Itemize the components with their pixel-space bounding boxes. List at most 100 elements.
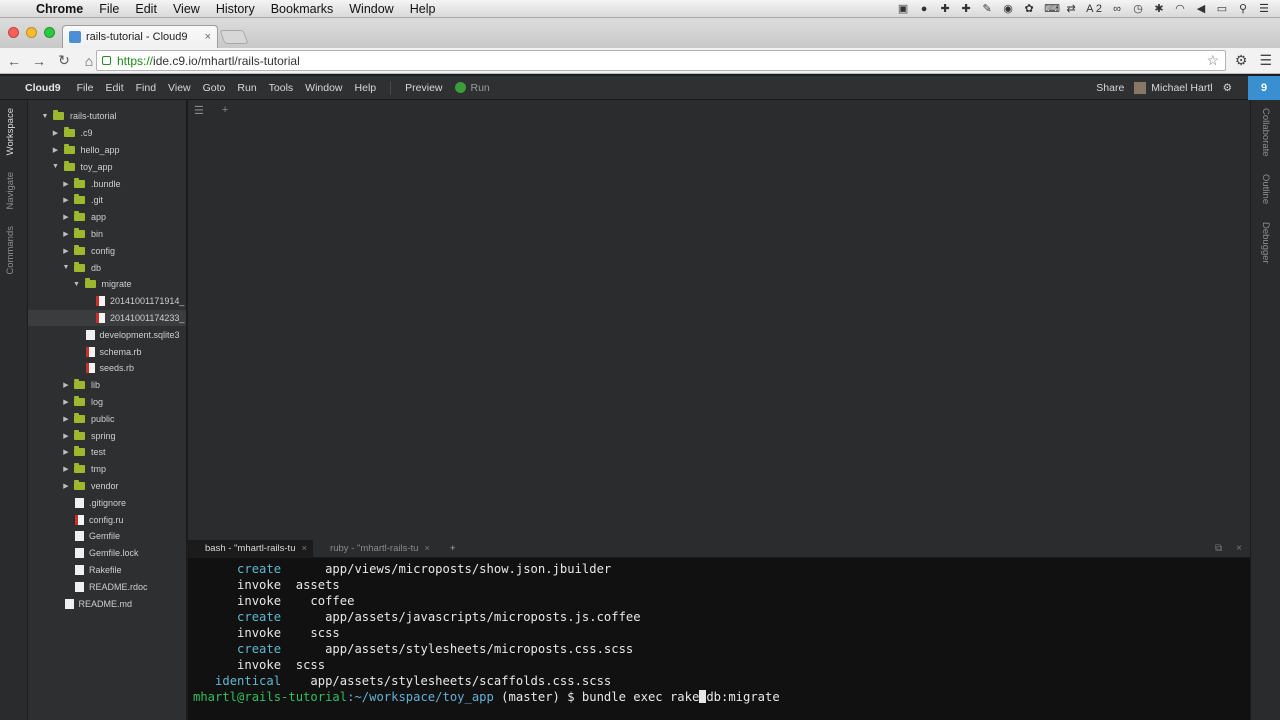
menubar-item-view[interactable]: View	[165, 2, 208, 16]
preferences-gear-icon[interactable]: ⚙	[1213, 82, 1242, 94]
bell-icon[interactable]: ●	[918, 3, 930, 15]
tree-item[interactable]: ▶ public	[28, 410, 186, 427]
bookmark-star-icon[interactable]: ☆	[1206, 52, 1225, 69]
close-terminal-tab-icon[interactable]: ×	[424, 543, 430, 554]
c9-menu-file[interactable]: File	[71, 82, 100, 94]
new-tab-button[interactable]	[219, 30, 249, 44]
menubar-item-history[interactable]: History	[208, 2, 263, 16]
c9-menu-find[interactable]: Find	[130, 82, 162, 94]
tree-item[interactable]: ▶ tmp	[28, 461, 186, 478]
chevron-right-icon[interactable]: ▶	[61, 482, 71, 490]
tab-commands[interactable]: Commands	[5, 226, 16, 275]
tree-item[interactable]: Gemfile.lock	[28, 545, 186, 562]
tree-item[interactable]: ▶ log	[28, 394, 186, 411]
menubar-item-bookmarks[interactable]: Bookmarks	[263, 2, 342, 16]
time-machine-icon[interactable]: ◷	[1132, 3, 1144, 15]
tree-item[interactable]: ▼ rails-tutorial	[28, 108, 186, 125]
tree-item[interactable]: ▶ test	[28, 444, 186, 461]
shuffle-icon[interactable]: ⇄	[1065, 3, 1077, 15]
tree-item[interactable]: ▶ .bundle	[28, 175, 186, 192]
wifi-icon[interactable]: ◠	[1174, 3, 1186, 15]
tab-navigate[interactable]: Navigate	[5, 172, 16, 210]
camera-icon[interactable]: ▣	[897, 3, 909, 15]
tree-item[interactable]: 20141001171914_	[28, 293, 186, 310]
chevron-right-icon[interactable]: ▶	[61, 213, 71, 221]
share-button[interactable]: Share	[1086, 82, 1134, 94]
c9-menu-goto[interactable]: Goto	[197, 82, 232, 94]
tab-outline[interactable]: Outline	[1260, 174, 1271, 204]
terminal-tab-bash[interactable]: bash - "mhartl-rails-tu ×	[188, 539, 314, 558]
eye-icon[interactable]: ◉	[1002, 3, 1014, 15]
paw-icon[interactable]: ✿	[1023, 3, 1035, 15]
tree-item[interactable]: ▶ app	[28, 209, 186, 226]
chevron-right-icon[interactable]: ▶	[61, 230, 71, 238]
minimize-window-button[interactable]	[26, 27, 37, 38]
menubar-item-window[interactable]: Window	[341, 2, 401, 16]
terminal-tab-ruby[interactable]: ruby - "mhartl-rails-tu ×	[313, 540, 436, 558]
tree-item[interactable]: README.md	[28, 595, 186, 612]
cloud9-brand[interactable]: Cloud9	[0, 82, 71, 94]
tools-icon[interactable]: ✎	[981, 3, 993, 15]
chevron-right-icon[interactable]: ▶	[61, 465, 71, 473]
tree-item[interactable]: ▼ db	[28, 259, 186, 276]
user-name[interactable]: Michael Hartl	[1151, 82, 1212, 94]
menubar-item-help[interactable]: Help	[402, 2, 444, 16]
close-window-button[interactable]	[8, 27, 19, 38]
menubar-item-edit[interactable]: Edit	[127, 2, 165, 16]
c9-menu-help[interactable]: Help	[349, 82, 383, 94]
address-bar[interactable]: https://ide.c9.io/mhartl/rails-tutorial …	[96, 50, 1226, 71]
c9-menu-window[interactable]: Window	[299, 82, 348, 94]
tree-item[interactable]: config.ru	[28, 511, 186, 528]
tree-item[interactable]: 20141001174233_	[28, 309, 186, 327]
sync-icon[interactable]: ✚	[939, 3, 951, 15]
chevron-down-icon[interactable]: ▼	[72, 281, 82, 288]
tree-item[interactable]: ▶ spring	[28, 427, 186, 444]
close-terminal-tab-icon[interactable]: ×	[301, 543, 307, 554]
c9-menu-tools[interactable]: Tools	[263, 82, 300, 94]
editor-new-tab-icon[interactable]: +	[222, 104, 228, 116]
notification-center-icon[interactable]: ☰	[1258, 3, 1270, 15]
reload-icon[interactable]: ↻	[53, 52, 75, 69]
extension-icon[interactable]: ✚	[960, 3, 972, 15]
tree-item[interactable]: ▼ toy_app	[28, 158, 186, 175]
chevron-right-icon[interactable]: ▶	[61, 398, 71, 406]
tree-item[interactable]: ▼ migrate	[28, 276, 186, 293]
chevron-down-icon[interactable]: ▼	[61, 264, 71, 271]
chevron-right-icon[interactable]: ▶	[61, 448, 71, 456]
chevron-right-icon[interactable]: ▶	[61, 247, 71, 255]
chevron-down-icon[interactable]: ▼	[40, 113, 50, 120]
terminal-output[interactable]: create app/views/microposts/show.json.jb…	[188, 558, 1250, 705]
chevron-right-icon[interactable]: ▶	[61, 415, 71, 423]
volume-icon[interactable]: ◀	[1195, 3, 1207, 15]
settings-gear-icon[interactable]: ⚙	[1235, 52, 1248, 69]
creative-cloud-icon[interactable]: ∞	[1111, 3, 1123, 15]
chevron-right-icon[interactable]: ▶	[51, 146, 61, 154]
battery-icon[interactable]: ▭	[1216, 3, 1228, 15]
tree-item[interactable]: ▶ config	[28, 242, 186, 259]
chevron-right-icon[interactable]: ▶	[51, 129, 61, 137]
c9-menu-view[interactable]: View	[162, 82, 197, 94]
tree-item[interactable]: .gitignore	[28, 494, 186, 511]
cloud9-badge[interactable]: 9	[1248, 75, 1280, 100]
tree-item[interactable]: ▶ lib	[28, 377, 186, 394]
terminal-prompt-line[interactable]: mhartl@rails-tutorial:~/workspace/toy_ap…	[193, 689, 1250, 705]
browser-tab[interactable]: rails-tutorial - Cloud9 ×	[62, 25, 218, 48]
tree-item[interactable]: ▶ .git	[28, 192, 186, 209]
forward-arrow-icon[interactable]: →	[28, 53, 50, 69]
tree-item[interactable]: seeds.rb	[28, 360, 186, 377]
tab-debugger[interactable]: Debugger	[1260, 222, 1271, 264]
close-panel-icon[interactable]: ×	[1236, 543, 1242, 554]
tree-item[interactable]: ▶ vendor	[28, 478, 186, 495]
run-button[interactable]: Run	[449, 82, 496, 94]
tree-item[interactable]: ▶ hello_app	[28, 142, 186, 159]
editor-tabs-menu-icon[interactable]: ☰	[194, 104, 204, 117]
chevron-right-icon[interactable]: ▶	[61, 196, 71, 204]
tab-workspace[interactable]: Workspace	[5, 108, 16, 155]
c9-menu-edit[interactable]: Edit	[100, 82, 130, 94]
tree-item[interactable]: development.sqlite3	[28, 326, 186, 343]
maximize-panel-icon[interactable]: ⧉	[1215, 543, 1222, 554]
spotlight-search-icon[interactable]: ⚲	[1237, 3, 1249, 15]
zoom-window-button[interactable]	[44, 27, 55, 38]
tree-item[interactable]: Gemfile	[28, 528, 186, 545]
tab-collaborate[interactable]: Collaborate	[1260, 108, 1271, 157]
